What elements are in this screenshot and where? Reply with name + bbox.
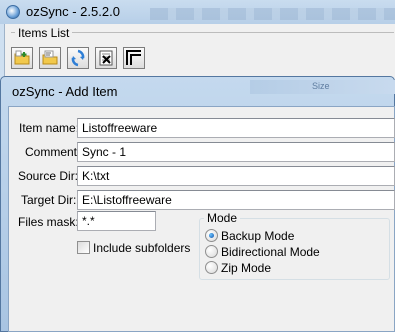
- main-window-title: ozSync - 2.5.2.0: [26, 4, 120, 19]
- sync-button[interactable]: [67, 47, 89, 69]
- include-subfolders-checkbox[interactable]: [77, 241, 90, 254]
- titlebar-background-blur: [150, 8, 395, 20]
- files-mask-input[interactable]: *.*: [77, 211, 156, 231]
- delete-list-icon: [99, 50, 113, 66]
- mode-legend: Mode: [204, 211, 241, 225]
- target-dir-label: Target Dir:: [21, 193, 77, 207]
- window-button[interactable]: [123, 47, 145, 69]
- item-name-label: Item name:: [19, 121, 80, 135]
- bidirectional-mode-radio[interactable]: [205, 245, 218, 258]
- comment-label: Comment:: [25, 145, 81, 159]
- folder-edit-icon: [42, 50, 58, 65]
- folder-add-icon: [14, 50, 30, 65]
- backup-mode-label[interactable]: Backup Mode: [221, 229, 294, 243]
- source-dir-label: Source Dir:: [18, 169, 79, 183]
- delete-item-button[interactable]: [95, 47, 117, 69]
- bidirectional-mode-label[interactable]: Bidirectional Mode: [221, 245, 320, 259]
- window-icon: [126, 50, 141, 65]
- background-hint-text: Size: [312, 81, 330, 91]
- include-subfolders-label[interactable]: Include subfolders: [93, 241, 190, 255]
- zip-mode-radio[interactable]: [205, 261, 218, 274]
- dialog-background-blur: Size: [250, 80, 395, 94]
- item-name-input[interactable]: Listoffreeware: [77, 118, 395, 138]
- zip-mode-label[interactable]: Zip Mode: [221, 261, 271, 275]
- sync-arrows-icon: [71, 49, 85, 67]
- items-list-label: Items List: [15, 26, 73, 40]
- dialog-title: ozSync - Add Item: [12, 84, 118, 99]
- source-dir-input[interactable]: K:\txt: [77, 166, 395, 186]
- app-icon: [6, 5, 20, 19]
- main-titlebar[interactable]: ozSync - 2.5.2.0: [0, 0, 395, 24]
- edit-item-button[interactable]: [39, 47, 61, 69]
- target-dir-input[interactable]: E:\Listoffreeware: [77, 190, 395, 210]
- comment-input[interactable]: Sync - 1: [77, 142, 395, 162]
- add-item-button[interactable]: [11, 47, 33, 69]
- files-mask-label: Files mask:: [18, 215, 79, 229]
- backup-mode-radio[interactable]: [205, 229, 218, 242]
